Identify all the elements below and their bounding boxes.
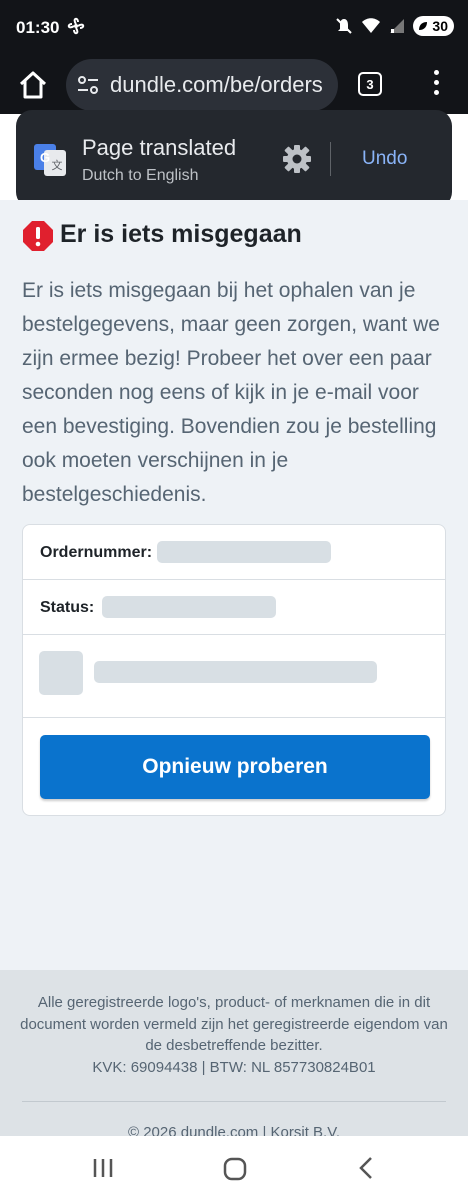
tab-count: 3 — [366, 76, 374, 92]
battery-level: 30 — [432, 18, 448, 34]
popup-divider — [330, 142, 331, 176]
footer-registration: KVK: 69094438 | BTW: NL 857730824B01 — [92, 1058, 376, 1076]
system-nav-bar — [0, 1136, 468, 1200]
mute-icon — [336, 18, 353, 34]
url-text[interactable]: dundle.com/be/orders — [110, 72, 323, 98]
product-name-skeleton — [94, 661, 377, 683]
status-label: Status: — [40, 599, 95, 616]
site-settings-icon[interactable] — [76, 74, 100, 96]
order-card: Ordernummer: Status: Opnieuw proberen — [22, 524, 446, 816]
error-message: Er is iets misgegaan bij het ophalen van… — [22, 279, 440, 506]
undo-button[interactable]: Undo — [362, 148, 407, 170]
popup-subtitle: Dutch to English — [82, 167, 199, 184]
battery-indicator: 30 — [413, 16, 454, 36]
product-image-skeleton — [39, 651, 83, 695]
main-content: Er is iets misgegaan Er is iets misgegaa… — [0, 200, 468, 970]
status-indicators: 30 — [335, 16, 454, 36]
address-bar[interactable]: dundle.com/be/orders — [66, 59, 338, 111]
retry-button[interactable]: Opnieuw proberen — [40, 735, 430, 799]
product-row — [23, 635, 445, 718]
recent-apps-icon[interactable] — [90, 1156, 116, 1180]
error-title: Er is iets misgegaan — [60, 220, 302, 248]
popup-title: Page translated — [82, 135, 237, 160]
back-icon[interactable] — [354, 1156, 378, 1180]
status-row: Status: — [23, 580, 445, 635]
svg-text:G: G — [40, 150, 50, 165]
browser-toolbar: dundle.com/be/orders 3 — [0, 56, 468, 114]
status-bar: 01:30 30 — [0, 0, 468, 56]
svg-text:文: 文 — [52, 158, 63, 172]
status-skeleton — [102, 596, 276, 618]
google-translate-icon: G 文 — [34, 144, 66, 176]
gear-icon[interactable] — [282, 144, 312, 174]
fan-icon — [67, 17, 85, 35]
home-nav-icon[interactable] — [222, 1156, 248, 1182]
status-time: 01:30 — [16, 18, 60, 37]
footer: Alle geregistreerde logo's, product- of … — [0, 970, 468, 1141]
tab-switcher-button[interactable]: 3 — [358, 72, 382, 96]
battery-saver-icon — [419, 22, 428, 30]
wifi-icon — [362, 18, 381, 33]
more-menu-icon[interactable] — [430, 70, 442, 100]
order-number-skeleton — [157, 541, 331, 563]
order-number-row: Ordernummer: — [23, 525, 445, 580]
translate-popup: G 文 Page translated Dutch to English Und… — [16, 110, 452, 208]
order-number-label: Ordernummer: — [40, 544, 153, 561]
signal-icon — [390, 19, 405, 33]
home-icon[interactable] — [16, 68, 50, 102]
footer-legal: Alle geregistreerde logo's, product- of … — [20, 994, 448, 1054]
error-icon — [23, 221, 53, 251]
footer-legal-block: Alle geregistreerde logo's, product- of … — [20, 992, 448, 1078]
footer-divider — [22, 1101, 446, 1102]
